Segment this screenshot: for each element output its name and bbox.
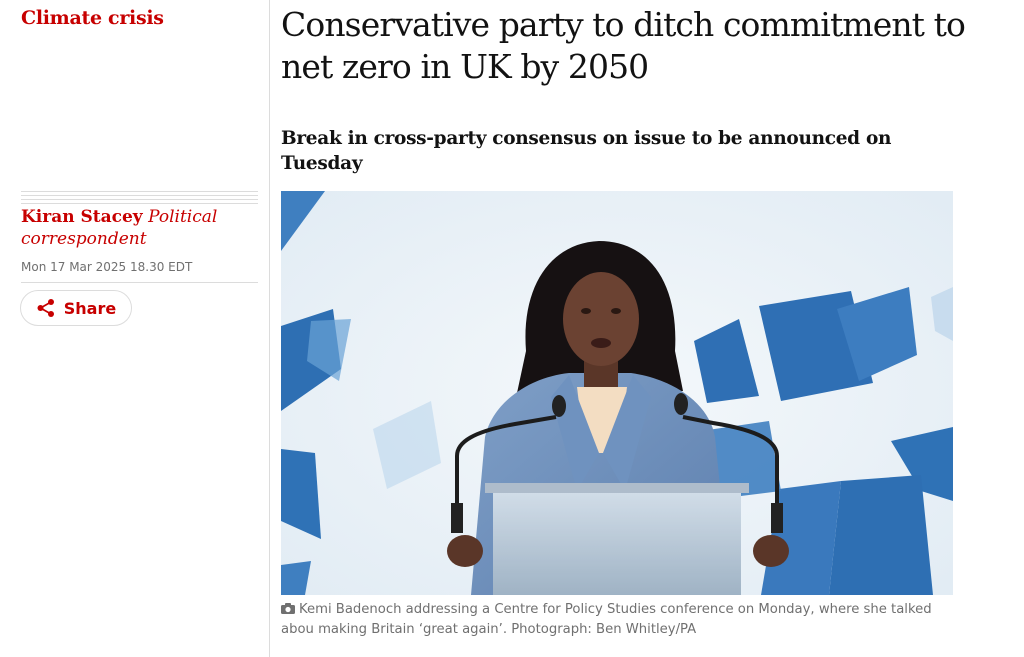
byline-rules — [21, 191, 258, 207]
byline: Kiran Stacey Political correspondent — [21, 206, 261, 250]
article-photo[interactable] — [281, 191, 953, 595]
section-label[interactable]: Climate crisis — [21, 7, 164, 29]
article-sidebar: Climate crisis Kiran Stacey Political co… — [0, 0, 269, 657]
dateline: Mon 17 Mar 2025 18.30 EDT — [21, 260, 193, 274]
author-name[interactable]: Kiran Stacey — [21, 207, 143, 227]
caption-text: Kemi Badenoch addressing a Centre for Po… — [281, 602, 932, 637]
column-divider — [269, 0, 270, 657]
share-button[interactable]: Share — [20, 290, 132, 326]
dateline-divider — [21, 282, 258, 283]
headline: Conservative party to ditch commitment t… — [281, 5, 966, 86]
share-icon — [36, 298, 56, 318]
standfirst: Break in cross-party consensus on issue … — [281, 128, 892, 174]
share-label: Share — [63, 298, 117, 318]
camera-icon — [281, 601, 295, 620]
photo-caption: Kemi Badenoch addressing a Centre for Po… — [281, 600, 961, 639]
